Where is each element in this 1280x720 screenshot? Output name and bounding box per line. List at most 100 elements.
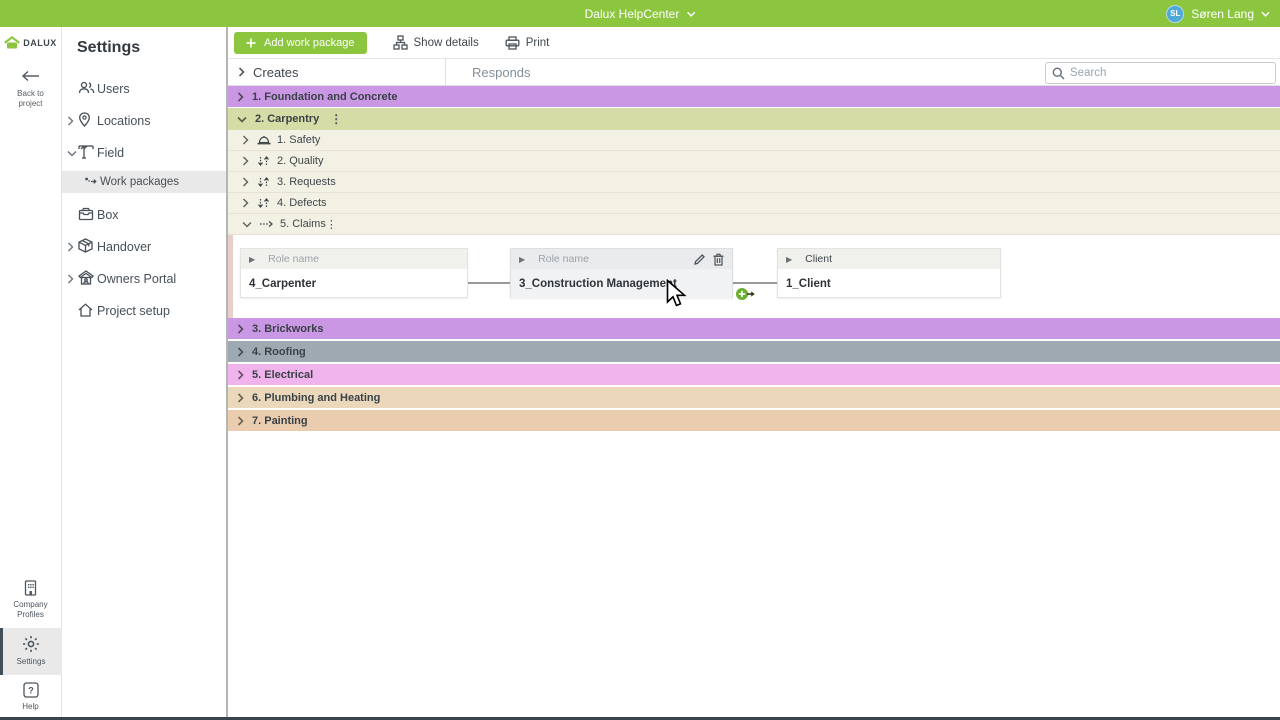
user-menu[interactable]: SL Søren Lang [1166, 5, 1270, 23]
building-icon [2, 580, 60, 598]
users-icon [78, 81, 95, 97]
rail-item-company-profiles[interactable]: Company Profiles [0, 573, 62, 628]
sidebar-item-field[interactable]: Field [62, 137, 226, 169]
sidebar-item-label: Box [97, 208, 119, 222]
row-foundation-and-concrete[interactable]: 1. Foundation and Concrete [228, 86, 1280, 107]
sidebar-title: Settings [77, 39, 226, 57]
chevron-right-icon [67, 274, 74, 284]
avatar: SL [1166, 5, 1184, 23]
search-input[interactable] [1070, 67, 1269, 79]
card-value: 3_Construction Management [511, 269, 732, 298]
plus-icon [246, 38, 256, 48]
sidebar-item-label: Project setup [97, 304, 170, 318]
sidebar-item-project-setup[interactable]: Project setup [62, 295, 226, 327]
chevron-down-icon [237, 116, 247, 123]
print-button[interactable]: Print [505, 36, 550, 50]
show-details-button[interactable]: Show details [393, 35, 479, 50]
subrow-defects[interactable]: 4. Defects [228, 193, 1280, 214]
subrow-safety[interactable]: 1. Safety [228, 130, 1280, 151]
sidebar-item-owners-portal[interactable]: Owners Portal [62, 263, 226, 295]
back-label-line1: Back to [17, 89, 44, 99]
top-bar: Dalux HelpCenter SL Søren Lang [0, 0, 1280, 27]
chevron-right-icon [67, 116, 74, 126]
row-label: 7. Painting [252, 415, 308, 427]
rail-item-help[interactable]: ? Help [0, 675, 62, 720]
row-label: 4. Roofing [252, 346, 306, 358]
rail-label: Settings [3, 657, 60, 667]
subrow-label: 2. Quality [277, 155, 323, 167]
search-icon [1052, 67, 1065, 80]
subrow-label: 3. Requests [277, 176, 336, 188]
card-client[interactable]: ▶ Client 1_Client [777, 248, 1001, 298]
svg-text:?: ? [28, 686, 34, 696]
sidebar-item-label: Work packages [100, 176, 179, 188]
flow-connector [733, 282, 777, 284]
row-label: 5. Electrical [252, 369, 313, 381]
delete-trash-icon[interactable] [713, 253, 724, 266]
sidebar-item-locations[interactable]: Locations [62, 105, 226, 137]
rail-label: Help [2, 702, 60, 712]
chevron-down-icon [67, 150, 77, 157]
add-work-package-button[interactable]: Add work package [234, 32, 367, 54]
row-brickworks[interactable]: 3. Brickworks [228, 318, 1280, 339]
subrow-label: 4. Defects [277, 197, 327, 209]
add-connection-icon[interactable] [735, 287, 755, 301]
triangle-right-icon: ▶ [519, 255, 525, 264]
subrow-claims[interactable]: 5. Claims ⋮ [228, 214, 1280, 235]
card-construction-management[interactable]: ▶ Role name 3_Construction Management [510, 248, 733, 298]
chevron-right-icon [67, 242, 74, 252]
rail-label: Company Profiles [2, 600, 60, 620]
triangle-right-icon: ▶ [786, 255, 792, 264]
kebab-menu-icon[interactable]: ⋮ [330, 112, 342, 126]
sidebar-item-users[interactable]: Users [62, 73, 226, 105]
card-value: 4_Carpenter [241, 269, 467, 298]
flow-connector [468, 282, 510, 284]
row-carpentry[interactable]: 2. Carpentry ⋮ [228, 108, 1280, 130]
location-pin-icon [78, 112, 91, 130]
kebab-menu-icon[interactable]: ⋮ [326, 218, 337, 231]
project-title: Dalux HelpCenter [585, 7, 680, 21]
org-chart-icon [393, 35, 408, 50]
back-to-project-button[interactable]: Back to project [17, 69, 44, 109]
column-creates-label: Creates [253, 65, 299, 80]
sidebar-item-work-packages[interactable]: Work packages [62, 171, 226, 193]
dashed-arrow-right-icon [259, 220, 274, 228]
chevron-down-icon [242, 221, 252, 228]
chevron-down-icon [1261, 11, 1270, 17]
claims-flow-panel: ▶ Role name 4_Carpenter ▶ Role name [228, 235, 1280, 318]
subrow-quality[interactable]: 2. Quality [228, 151, 1280, 172]
package-icon [78, 238, 93, 256]
row-electrical[interactable]: 5. Electrical [228, 364, 1280, 385]
chevron-right-icon [238, 67, 245, 77]
row-roofing[interactable]: 4. Roofing [228, 341, 1280, 362]
print-label: Print [526, 37, 550, 49]
chevron-right-icon [237, 347, 244, 357]
project-switcher[interactable]: Dalux HelpCenter [585, 7, 696, 21]
sidebar-item-handover[interactable]: Handover [62, 231, 226, 263]
triangle-right-icon: ▶ [249, 255, 255, 264]
chevron-right-icon [237, 324, 244, 334]
row-plumbing-and-heating[interactable]: 6. Plumbing and Heating [228, 387, 1280, 408]
row-painting[interactable]: 7. Painting [228, 410, 1280, 431]
row-label: 3. Brickworks [252, 323, 324, 335]
work-packages-icon [85, 176, 98, 189]
rail-item-settings[interactable]: Settings [0, 628, 62, 675]
edit-pencil-icon[interactable] [693, 253, 706, 266]
box-icon [78, 207, 94, 224]
workflow-arrows-icon [256, 155, 271, 167]
column-creates[interactable]: Creates [228, 65, 445, 80]
chevron-right-icon [237, 416, 244, 426]
dalux-logo[interactable]: DALUX [4, 36, 57, 49]
chevron-right-icon [237, 92, 244, 102]
back-arrow-icon [21, 70, 41, 82]
dalux-house-icon [4, 36, 20, 49]
chevron-right-icon [237, 370, 244, 380]
sidebar-item-box[interactable]: Box [62, 199, 226, 231]
chevron-right-icon [242, 198, 249, 208]
card-header: ▶ Client [778, 249, 1000, 269]
show-details-label: Show details [414, 37, 479, 49]
sidebar-item-label: Handover [97, 240, 151, 254]
subrow-requests[interactable]: 3. Requests [228, 172, 1280, 193]
search-box[interactable] [1045, 62, 1276, 84]
card-carpenter[interactable]: ▶ Role name 4_Carpenter [240, 248, 468, 298]
